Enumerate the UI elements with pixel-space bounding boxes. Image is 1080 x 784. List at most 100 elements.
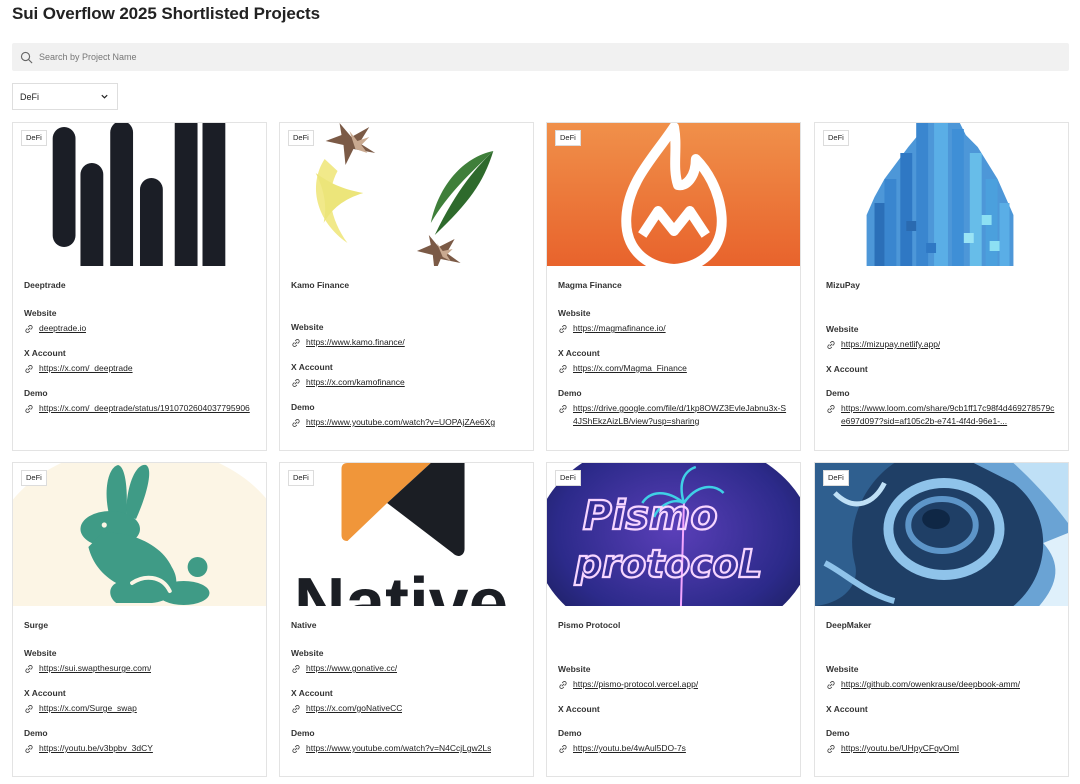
link-icon — [292, 744, 300, 753]
demo-label: Demo — [24, 388, 48, 398]
link-icon — [827, 340, 835, 349]
website-label: Website — [558, 308, 591, 318]
link-icon — [25, 744, 33, 753]
x-account-label: X Account — [558, 348, 600, 358]
category-badge: DeFi — [288, 470, 314, 486]
x-account-link[interactable]: https://x.com/kamofinance — [291, 376, 523, 389]
category-badge: DeFi — [823, 130, 849, 146]
project-card-kamo-finance[interactable]: DeFi Kamo Finance Website https://www.ka… — [279, 122, 534, 451]
chevron-down-icon — [101, 94, 108, 99]
website-label: Website — [24, 648, 57, 658]
project-card-deepmaker[interactable]: DeFi DeepMaker Website https://github.co… — [814, 462, 1069, 777]
x-account-label: X Account — [558, 704, 600, 714]
x-account-label: X Account — [826, 364, 868, 374]
project-name: Native — [291, 620, 317, 630]
category-filter-dropdown[interactable]: DeFi — [12, 83, 118, 110]
native-logo-text: Native — [294, 564, 508, 606]
category-badge: DeFi — [555, 130, 581, 146]
project-logo-native: Native DeFi — [280, 463, 533, 606]
link-icon — [559, 744, 567, 753]
link-icon — [25, 404, 33, 413]
project-name: Kamo Finance — [291, 280, 350, 290]
category-badge: DeFi — [555, 470, 581, 486]
demo-link[interactable]: https://youtu.be/v3bpbv_3dCY — [24, 742, 256, 755]
demo-label: Demo — [291, 728, 315, 738]
project-logo-pismo-protocol: Pismo protocoL DeFi — [547, 463, 800, 606]
link-icon — [292, 664, 300, 673]
website-link[interactable]: https://sui.swapthesurge.com/ — [24, 662, 256, 675]
demo-link[interactable]: https://www.youtube.com/watch?v=UOPAjZAe… — [291, 416, 523, 429]
project-card-mizupay[interactable]: DeFi MizuPay Website https://mizupay.net… — [814, 122, 1069, 451]
project-logo-magma-finance: DeFi — [547, 123, 800, 266]
x-account-link[interactable]: https://x.com/goNativeCC — [291, 702, 523, 715]
x-account-link[interactable]: https://x.com/_deeptrade — [24, 362, 256, 375]
website-link[interactable]: https://magmafinance.io/ — [558, 322, 790, 335]
project-card-native[interactable]: Native DeFi Native Website https://www.g… — [279, 462, 534, 777]
project-logo-deepmaker: DeFi — [815, 463, 1068, 606]
link-icon — [292, 418, 300, 427]
link-icon — [292, 704, 300, 713]
website-link[interactable]: deeptrade.io — [24, 322, 256, 335]
link-icon — [559, 404, 567, 413]
x-account-label: X Account — [24, 688, 66, 698]
project-name: DeepMaker — [826, 620, 872, 630]
link-icon — [559, 680, 567, 689]
demo-link[interactable]: https://youtu.be/UHpyCFqvOmI — [826, 742, 1058, 755]
category-badge: DeFi — [823, 470, 849, 486]
search-input[interactable] — [39, 52, 939, 62]
website-link[interactable]: https://pismo-protocol.vercel.app/ — [558, 678, 790, 691]
project-card-deeptrade[interactable]: DeFi Deeptrade Website deeptrade.io X Ac… — [12, 122, 267, 451]
demo-link[interactable]: https://youtu.be/4wAul5DO-7s — [558, 742, 790, 755]
demo-label: Demo — [558, 388, 582, 398]
x-account-link[interactable]: https://x.com/Surge_swap — [24, 702, 256, 715]
demo-link[interactable]: https://www.loom.com/share/9cb1ff17c98f4… — [826, 402, 1058, 427]
link-icon — [25, 324, 33, 333]
website-link[interactable]: https://www.kamo.finance/ — [291, 336, 523, 349]
pismo-logo-text-1: Pismo — [583, 493, 718, 539]
project-logo-mizupay: DeFi — [815, 123, 1068, 266]
link-icon — [827, 680, 835, 689]
website-label: Website — [826, 664, 859, 674]
x-account-label: X Account — [291, 362, 333, 372]
demo-link[interactable]: https://x.com/_deeptrade/status/19107026… — [24, 402, 256, 415]
link-icon — [25, 704, 33, 713]
link-icon — [25, 364, 33, 373]
project-name: MizuPay — [826, 280, 861, 290]
link-icon — [559, 324, 567, 333]
search-icon — [20, 51, 33, 63]
website-link[interactable]: https://mizupay.netlify.app/ — [826, 338, 1058, 351]
project-logo-surge: DeFi — [13, 463, 266, 606]
project-card-magma-finance[interactable]: DeFi Magma Finance Website https://magma… — [546, 122, 801, 451]
category-badge: DeFi — [21, 130, 47, 146]
project-name: Pismo Protocol — [558, 620, 621, 630]
category-filter-value: DeFi — [20, 91, 40, 102]
demo-link[interactable]: https://drive.google.com/file/d/1kp8OWZ3… — [558, 402, 790, 427]
project-logo-kamo-finance: DeFi — [280, 123, 533, 266]
website-label: Website — [24, 308, 57, 318]
x-account-label: X Account — [826, 704, 868, 714]
demo-label: Demo — [24, 728, 48, 738]
page: Sui Overflow 2025 Shortlisted Projects D… — [0, 0, 1080, 784]
project-card-surge[interactable]: DeFi Surge Website https://sui.swapthesu… — [12, 462, 267, 777]
page-title: Sui Overflow 2025 Shortlisted Projects — [12, 4, 320, 23]
website-link[interactable]: https://github.com/owenkrause/deepbook-a… — [826, 678, 1058, 691]
x-account-link[interactable]: https://x.com/Magma_Finance — [558, 362, 790, 375]
x-account-label: X Account — [291, 688, 333, 698]
link-icon — [827, 404, 835, 413]
project-card-pismo-protocol[interactable]: Pismo protocoL DeFi Pismo Protocol Websi… — [546, 462, 801, 777]
website-label: Website — [291, 322, 324, 332]
link-icon — [292, 338, 300, 347]
website-link[interactable]: https://www.gonative.cc/ — [291, 662, 523, 675]
website-label: Website — [558, 664, 591, 674]
project-name: Deeptrade — [24, 280, 66, 290]
x-account-label: X Account — [24, 348, 66, 358]
website-label: Website — [826, 324, 859, 334]
demo-label: Demo — [291, 402, 315, 412]
demo-link[interactable]: https://www.youtube.com/watch?v=N4CcjLgw… — [291, 742, 523, 755]
category-badge: DeFi — [21, 470, 47, 486]
search-bar[interactable] — [12, 43, 1069, 71]
demo-label: Demo — [558, 728, 582, 738]
link-icon — [559, 364, 567, 373]
pismo-logo-text-2: protocoL — [574, 542, 763, 586]
project-logo-deeptrade: DeFi — [13, 123, 266, 266]
